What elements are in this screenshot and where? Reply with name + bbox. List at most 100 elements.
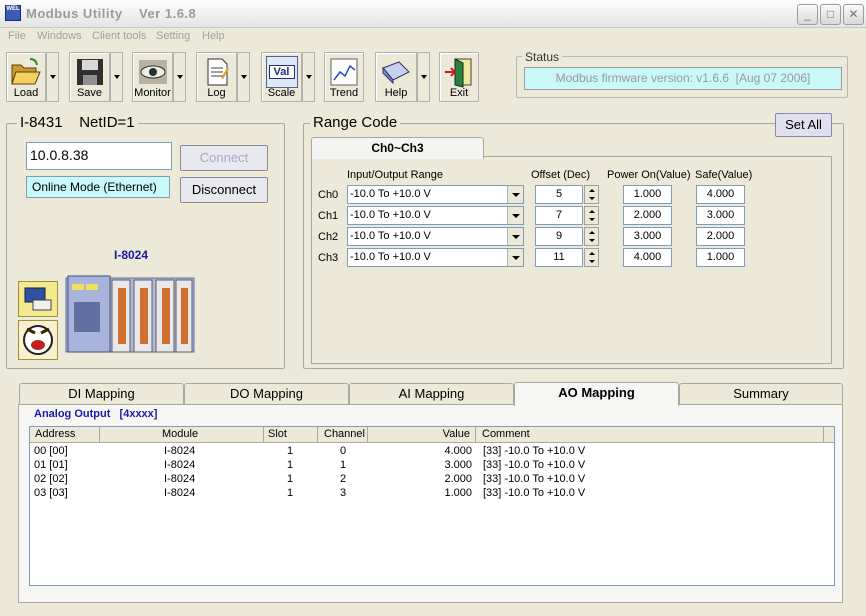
face-icon[interactable] (18, 320, 58, 360)
tab-ao-mapping[interactable]: AO Mapping (514, 382, 679, 406)
chevron-down-icon[interactable] (507, 186, 523, 203)
chevron-down-icon[interactable] (507, 228, 523, 245)
col-header-safe: Safe(Value) (695, 169, 753, 181)
range-select-value: -10.0 To +10.0 V (350, 209, 431, 221)
offset-input-ch2[interactable]: 9 (535, 227, 583, 246)
range-select-ch1[interactable]: -10.0 To +10.0 V (347, 206, 524, 225)
offset-spinner-ch1[interactable] (584, 206, 599, 225)
table-row[interactable]: 02 [02] I-8024 1 2 2.000 [33] -10.0 To +… (30, 473, 834, 487)
cell-value: 4.000 (444, 445, 472, 457)
column-header-address[interactable]: Address (30, 427, 100, 443)
safe-input-ch0[interactable]: 4.000 (696, 185, 745, 204)
cell-value: 2.000 (444, 473, 472, 485)
column-header-channel[interactable]: Channel (318, 427, 368, 443)
disconnect-button[interactable]: Disconnect (180, 177, 268, 203)
tab-di-mapping[interactable]: DI Mapping (19, 383, 184, 404)
offset-input-ch3[interactable]: 11 (535, 248, 583, 267)
menu-help[interactable]: Help (202, 30, 225, 42)
save-dropdown[interactable] (110, 52, 123, 102)
exit-button[interactable]: Exit (439, 52, 479, 102)
cell-value: 3.000 (444, 459, 472, 471)
pac-device-image (64, 272, 197, 356)
set-all-button[interactable]: Set All (775, 113, 832, 137)
ip-address-input[interactable]: 10.0.8.38 (26, 142, 172, 170)
col-header-offset: Offset (Dec) (531, 169, 591, 181)
help-button[interactable]: Help (375, 52, 417, 102)
col-header-power-on: Power On(Value) (607, 169, 691, 181)
help-label: Help (384, 87, 408, 99)
tab-ch0-ch3[interactable]: Ch0~Ch3 (311, 137, 484, 159)
title-bar[interactable]: WEL Modbus Utility Ver 1.6.8 _ □ ✕ (0, 0, 866, 28)
cell-comment: [33] -10.0 To +10.0 V (483, 487, 586, 499)
help-book-icon (382, 61, 410, 85)
monitor-dropdown[interactable] (173, 52, 186, 102)
column-header-value[interactable]: Value (368, 427, 476, 443)
offset-spinner-ch3[interactable] (584, 248, 599, 267)
safe-input-ch1[interactable]: 3.000 (696, 206, 745, 225)
cell-channel: 1 (340, 459, 347, 471)
power-on-input-ch1[interactable]: 2.000 (623, 206, 672, 225)
load-dropdown[interactable] (46, 52, 59, 102)
offset-input-ch1[interactable]: 7 (535, 206, 583, 225)
safe-input-ch2[interactable]: 2.000 (696, 227, 745, 246)
tab-ai-mapping[interactable]: AI Mapping (349, 383, 514, 404)
channel-label: Ch3 (318, 252, 339, 264)
log-dropdown[interactable] (237, 52, 250, 102)
safe-input-ch3[interactable]: 1.000 (696, 248, 745, 267)
maximize-button[interactable]: □ (820, 4, 841, 25)
cell-comment: [33] -10.0 To +10.0 V (483, 473, 586, 485)
channel-label: Ch0 (318, 189, 339, 201)
channel-label: Ch2 (318, 231, 339, 243)
cell-channel: 3 (340, 487, 347, 499)
cell-address: 02 [02] (34, 473, 68, 485)
menu-windows[interactable]: Windows (37, 30, 82, 42)
column-header-slot[interactable]: Slot (264, 427, 318, 443)
exit-door-icon (445, 58, 472, 88)
log-button[interactable]: Log (196, 52, 237, 102)
scale-button[interactable]: Val Scale (261, 52, 302, 102)
load-button[interactable]: Load (6, 52, 46, 102)
chevron-down-icon[interactable] (507, 207, 523, 224)
menu-client-tools[interactable]: Client tools (92, 30, 146, 42)
column-header-module[interactable]: Module (100, 427, 264, 443)
exit-label: Exit (449, 87, 469, 99)
close-button[interactable]: ✕ (843, 4, 864, 25)
tab-do-mapping[interactable]: DO Mapping (184, 383, 349, 404)
offset-input-ch0[interactable]: 5 (535, 185, 583, 204)
minimize-icon: _ (804, 7, 811, 21)
save-button[interactable]: Save (69, 52, 110, 102)
folder-open-icon (11, 58, 41, 85)
range-select-ch3[interactable]: -10.0 To +10.0 V (347, 248, 524, 267)
offset-spinner-ch0[interactable] (584, 185, 599, 204)
range-select-ch2[interactable]: -10.0 To +10.0 V (347, 227, 524, 246)
scale-val-icon: Val (265, 56, 298, 88)
table-row[interactable]: 00 [00] I-8024 1 0 4.000 [33] -10.0 To +… (30, 445, 834, 459)
column-header-comment[interactable]: Comment (476, 427, 824, 443)
log-label: Log (207, 87, 226, 99)
offset-spinner-ch2[interactable] (584, 227, 599, 246)
connect-button[interactable]: Connect (180, 145, 268, 171)
trend-button[interactable]: Trend (324, 52, 364, 102)
menu-file[interactable]: File (8, 30, 26, 42)
menu-setting[interactable]: Setting (156, 30, 190, 42)
help-dropdown[interactable] (417, 52, 430, 102)
mode-indicator: Online Mode (Ethernet) (26, 176, 170, 198)
range-select-ch0[interactable]: -10.0 To +10.0 V (347, 185, 524, 204)
cell-slot: 1 (287, 445, 294, 457)
cell-module: I-8024 (164, 487, 196, 499)
scale-dropdown[interactable] (302, 52, 315, 102)
module-config-icon[interactable] (18, 281, 58, 317)
table-row[interactable]: 03 [03] I-8024 1 3 1.000 [33] -10.0 To +… (30, 487, 834, 501)
monitor-button[interactable]: Monitor (132, 52, 173, 102)
power-on-input-ch3[interactable]: 4.000 (623, 248, 672, 267)
minimize-button[interactable]: _ (797, 4, 818, 25)
tab-summary[interactable]: Summary (679, 383, 843, 404)
menu-bar: File Windows Client tools Setting Help (0, 28, 866, 46)
power-on-input-ch0[interactable]: 1.000 (623, 185, 672, 204)
chevron-down-icon[interactable] (507, 249, 523, 266)
table-row[interactable]: 01 [01] I-8024 1 1 3.000 [33] -10.0 To +… (30, 459, 834, 473)
cell-module: I-8024 (164, 445, 196, 457)
scale-label: Scale (267, 87, 296, 99)
power-on-input-ch2[interactable]: 3.000 (623, 227, 672, 246)
cell-slot: 1 (287, 473, 294, 485)
